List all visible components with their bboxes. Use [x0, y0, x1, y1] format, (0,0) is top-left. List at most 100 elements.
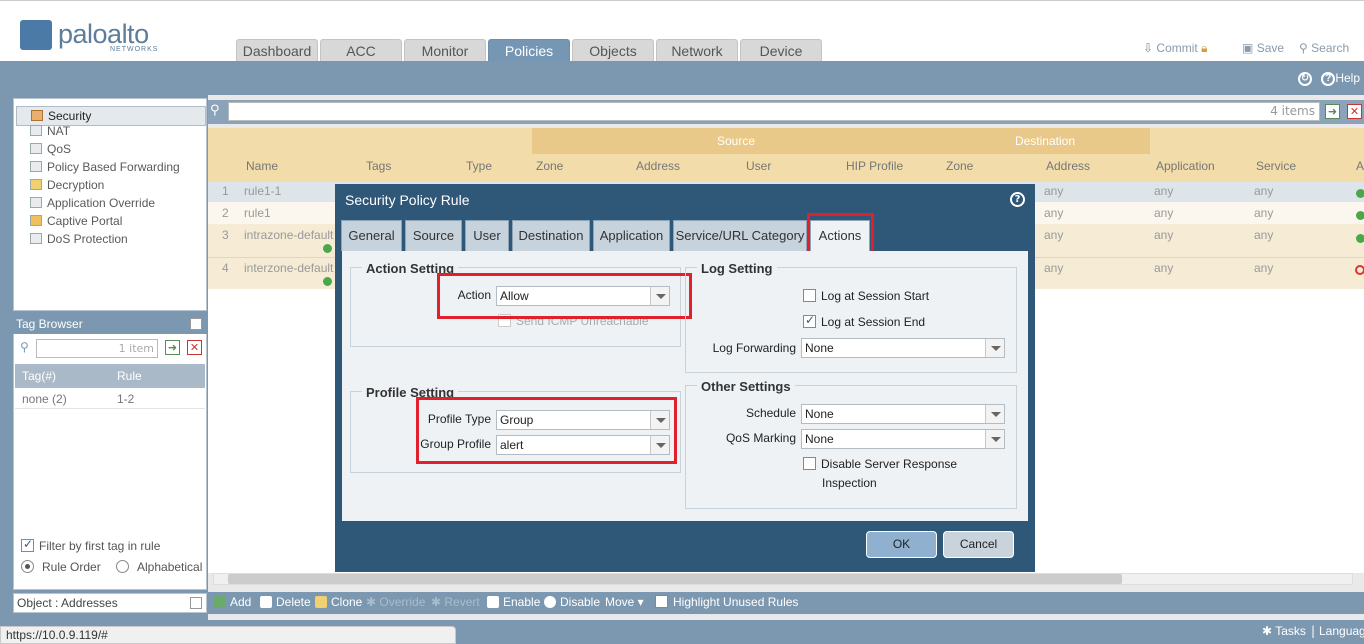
disable-server-response-checkbox[interactable]	[803, 457, 816, 470]
nav-item-qos[interactable]: QoS	[30, 142, 71, 156]
col-application[interactable]: Application	[1156, 159, 1215, 173]
col-action[interactable]: A	[1356, 159, 1364, 173]
col-dest-address[interactable]: Address	[1046, 159, 1090, 173]
source-group-header: Source	[532, 128, 940, 154]
dest-address-cell: any	[1044, 184, 1064, 198]
nav-item-captive-portal[interactable]: Captive Portal	[30, 214, 122, 228]
col-name[interactable]: Name	[246, 159, 278, 173]
allow-icon	[1356, 232, 1364, 246]
tab-policies[interactable]: Policies	[488, 39, 570, 61]
cancel-button[interactable]: Cancel	[943, 531, 1014, 558]
col-source-zone[interactable]: Zone	[536, 159, 563, 173]
tab-monitor[interactable]: Monitor	[404, 39, 486, 61]
col-rule[interactable]: Rule	[117, 364, 142, 388]
apply-filter-icon[interactable]: ➜	[1325, 104, 1340, 119]
nav-item-app-override[interactable]: Application Override	[30, 196, 155, 210]
move-button[interactable]: Move ▾	[605, 595, 644, 609]
minimize-icon[interactable]	[190, 597, 202, 609]
log-session-end-checkbox[interactable]	[803, 313, 816, 328]
minimize-icon[interactable]	[190, 318, 202, 330]
lock-icon: 🔒︎	[1201, 41, 1208, 55]
log-session-start-checkbox[interactable]	[803, 289, 816, 302]
alphabetical-radio[interactable]	[116, 560, 129, 573]
rule-order-label: Rule Order	[42, 560, 101, 574]
rule-name[interactable]: intrazone-default	[244, 228, 333, 242]
save-button[interactable]: ▣ Save	[1242, 41, 1284, 55]
tab-dashboard[interactable]: Dashboard	[236, 39, 318, 61]
help-icon[interactable]: ?	[1010, 192, 1025, 207]
delete-button[interactable]: Delete	[260, 595, 311, 609]
override-icon: ✱	[366, 595, 380, 609]
col-type[interactable]: Type	[466, 159, 492, 173]
search-button[interactable]: ⚲ Search	[1299, 41, 1349, 55]
language-button[interactable]: Language	[1319, 624, 1364, 638]
tab-application[interactable]: Application	[593, 220, 670, 251]
col-source-user[interactable]: User	[746, 159, 771, 173]
tasks-button[interactable]: ✱ Tasks	[1262, 624, 1306, 638]
revert-button[interactable]: ✱ Revert	[431, 595, 480, 609]
table-row[interactable]: none (2) 1-2	[15, 389, 205, 409]
add-button[interactable]: Add	[214, 595, 251, 609]
enable-button[interactable]: Enable	[487, 595, 540, 609]
col-hip-profile[interactable]: HIP Profile	[846, 159, 903, 173]
filter-first-tag[interactable]: Filter by first tag in rule	[21, 537, 161, 553]
nav-item-security[interactable]: Security	[16, 106, 206, 126]
clear-filter-icon[interactable]: ✕	[187, 340, 202, 355]
highlight-unused-checkbox[interactable]	[655, 595, 668, 608]
disable-button[interactable]: Disable	[544, 595, 600, 609]
schedule-select[interactable]: None	[801, 404, 1005, 424]
disable-server-response[interactable]: Disable Server Response	[803, 457, 957, 471]
tab-acc[interactable]: ACC	[320, 39, 402, 61]
col-service[interactable]: Service	[1256, 159, 1296, 173]
commit-button[interactable]: ⇩ Commit 🔒︎	[1143, 41, 1207, 56]
refresh-button[interactable]: ↻	[1298, 71, 1312, 86]
qos-marking-select[interactable]: None	[801, 429, 1005, 449]
log-session-end[interactable]: Log at Session End	[803, 313, 926, 329]
tab-device[interactable]: Device	[740, 39, 822, 61]
filter-first-tag-checkbox[interactable]	[21, 537, 34, 552]
application-cell: any	[1154, 261, 1174, 275]
alphabetical-option[interactable]: Alphabetical	[116, 560, 202, 574]
tag-search-input[interactable]: 1 item	[36, 339, 158, 358]
nav-item-pbf[interactable]: Policy Based Forwarding	[30, 160, 180, 174]
col-tags[interactable]: Tags	[366, 159, 391, 173]
col-tag[interactable]: Tag(#)	[22, 364, 56, 388]
apply-filter-icon[interactable]: ➜	[165, 340, 180, 355]
tab-destination[interactable]: Destination	[512, 220, 590, 251]
dest-address-cell: any	[1044, 206, 1064, 220]
clear-filter-icon[interactable]: ✕	[1347, 104, 1362, 119]
col-source-address[interactable]: Address	[636, 159, 680, 173]
col-dest-zone[interactable]: Zone	[946, 159, 973, 173]
help-button[interactable]: ? Help	[1321, 71, 1360, 86]
tab-user[interactable]: User	[465, 220, 509, 251]
tab-service-url-category[interactable]: Service/URL Category	[673, 220, 807, 251]
log-session-end-label: Log at Session End	[821, 315, 926, 329]
scrollbar-thumb[interactable]	[228, 574, 1122, 584]
log-session-start[interactable]: Log at Session Start	[803, 289, 929, 303]
search-icon: ⚲	[210, 103, 220, 118]
object-panel-title: Object : Addresses	[17, 596, 118, 610]
log-forwarding-select[interactable]: None	[801, 338, 1005, 358]
rule-name[interactable]: rule1	[244, 206, 271, 220]
filter-first-tag-label: Filter by first tag in rule	[39, 539, 161, 553]
nav-item-nat[interactable]: NAT	[30, 124, 70, 138]
highlight-unused-rules[interactable]: Highlight Unused Rules	[655, 595, 798, 609]
tab-network[interactable]: Network	[656, 39, 738, 61]
rule-name[interactable]: rule1-1	[244, 184, 281, 198]
nav-item-dos-protection[interactable]: DoS Protection	[30, 232, 128, 246]
policy-filter-input[interactable]: 4 items	[228, 102, 1320, 121]
qos-icon	[30, 143, 42, 154]
rule-order-option[interactable]: Rule Order	[21, 560, 101, 574]
nav-label: QoS	[47, 142, 72, 156]
tab-general[interactable]: General	[341, 220, 402, 251]
nav-label: Application Override	[47, 196, 156, 210]
ok-button[interactable]: OK	[866, 531, 937, 558]
clone-button[interactable]: Clone	[315, 595, 362, 609]
nav-item-decryption[interactable]: Decryption	[30, 178, 104, 192]
chevron-down-icon	[985, 405, 1004, 423]
rule-order-radio[interactable]	[21, 560, 34, 573]
rule-name[interactable]: interzone-default	[244, 261, 333, 275]
override-button[interactable]: ✱ Override	[366, 595, 425, 609]
tab-objects[interactable]: Objects	[572, 39, 654, 61]
tab-source[interactable]: Source	[405, 220, 462, 251]
